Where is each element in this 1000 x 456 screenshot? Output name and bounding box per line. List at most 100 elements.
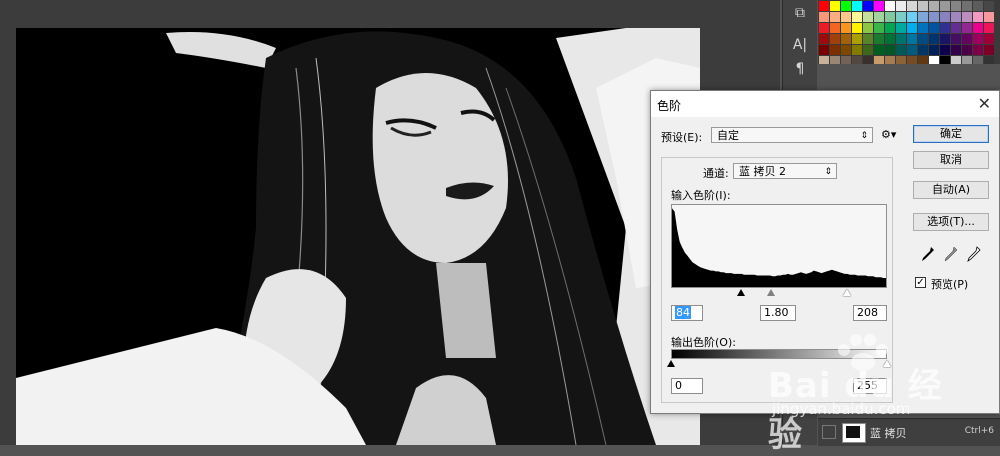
swatch[interactable] [841,1,851,11]
preset-select[interactable]: 自定 ⇕ [711,127,873,143]
swatch[interactable] [830,12,840,22]
dialog-titlebar[interactable]: 色阶 ✕ [651,91,999,117]
swatch[interactable] [863,23,873,33]
swatch[interactable] [852,45,862,55]
swatch[interactable] [951,45,961,55]
input-gamma-handle[interactable] [767,289,775,296]
swatch[interactable] [951,23,961,33]
swatch[interactable] [863,45,873,55]
swatch[interactable] [918,34,928,44]
white-eyedropper-icon[interactable] [967,246,981,262]
swatch[interactable] [907,12,917,22]
swatch[interactable] [830,23,840,33]
swatch[interactable] [907,23,917,33]
paragraph-panel-icon[interactable]: ¶ [787,58,813,80]
swatch[interactable] [852,34,862,44]
swatch[interactable] [929,1,939,11]
swatch[interactable] [918,45,928,55]
preview-checkbox[interactable]: ✓ [915,277,926,288]
swatch[interactable] [852,23,862,33]
swatch[interactable] [874,34,884,44]
swatch[interactable] [940,12,950,22]
swatch[interactable] [907,1,917,11]
swatch[interactable] [819,1,829,11]
input-black-field[interactable]: 84 [671,305,703,321]
output-white-field[interactable]: 255 [853,378,887,394]
swatch[interactable] [973,23,983,33]
preset-options-gear-icon[interactable]: ⚙▾ [881,128,896,141]
swatch[interactable] [929,34,939,44]
swatch[interactable] [819,12,829,22]
swatch[interactable] [962,12,972,22]
swatch[interactable] [918,1,928,11]
swatch[interactable] [841,45,851,55]
swatch[interactable] [973,12,983,22]
swatch[interactable] [885,23,895,33]
output-levels-slider[interactable] [667,359,891,369]
swatch[interactable] [841,12,851,22]
swatch[interactable] [984,45,994,55]
input-levels-slider[interactable] [671,288,887,298]
swatch[interactable] [951,34,961,44]
swatch[interactable] [885,12,895,22]
swatch[interactable] [940,45,950,55]
gray-eyedropper-icon[interactable] [944,246,958,262]
swatch[interactable] [896,12,906,22]
swatch[interactable] [863,34,873,44]
input-black-handle[interactable] [737,289,745,296]
swatch[interactable] [830,34,840,44]
input-white-field[interactable]: 208 [853,305,887,321]
swatch[interactable] [863,12,873,22]
swatch[interactable] [962,1,972,11]
swatch[interactable] [940,23,950,33]
auto-button[interactable]: 自动(A) [913,181,989,199]
layer-visibility-toggle[interactable] [822,425,836,439]
swatch[interactable] [907,45,917,55]
swatch[interactable] [874,1,884,11]
character-panel-icon[interactable]: A| [787,34,813,56]
swatch[interactable] [984,34,994,44]
swatch[interactable] [929,23,939,33]
swatch[interactable] [841,34,851,44]
swatch[interactable] [885,45,895,55]
swatch[interactable] [929,12,939,22]
swatch[interactable] [907,34,917,44]
swatch[interactable] [830,1,840,11]
ok-button[interactable]: 确定 [913,125,989,143]
swatch[interactable] [885,34,895,44]
channel-select[interactable]: 蓝 拷贝 2 ⇕ [733,163,837,179]
swatch[interactable] [819,23,829,33]
output-white-handle[interactable] [883,360,891,367]
swatch[interactable] [830,45,840,55]
swatch[interactable] [973,34,983,44]
swatch[interactable] [896,34,906,44]
history-icon[interactable]: ⧉ [787,2,813,24]
swatch[interactable] [896,1,906,11]
swatch[interactable] [896,23,906,33]
swatch[interactable] [973,45,983,55]
swatch[interactable] [819,34,829,44]
swatch[interactable] [874,12,884,22]
swatch[interactable] [984,1,994,11]
swatch[interactable] [984,23,994,33]
swatch[interactable] [896,45,906,55]
swatch[interactable] [918,23,928,33]
swatch[interactable] [951,1,961,11]
swatch[interactable] [973,1,983,11]
swatch[interactable] [940,1,950,11]
swatch[interactable] [885,1,895,11]
swatch[interactable] [962,23,972,33]
swatch[interactable] [984,12,994,22]
black-eyedropper-icon[interactable] [921,246,935,262]
output-black-handle[interactable] [667,360,675,367]
options-button[interactable]: 选项(T)... [913,213,989,231]
swatch[interactable] [863,1,873,11]
swatch[interactable] [841,23,851,33]
swatch[interactable] [874,23,884,33]
swatch[interactable] [962,45,972,55]
swatch[interactable] [918,12,928,22]
layer-row[interactable]: 蓝 拷贝 Ctrl+6 [818,418,1000,446]
swatch[interactable] [819,45,829,55]
close-icon[interactable]: ✕ [978,94,991,113]
swatch[interactable] [962,34,972,44]
